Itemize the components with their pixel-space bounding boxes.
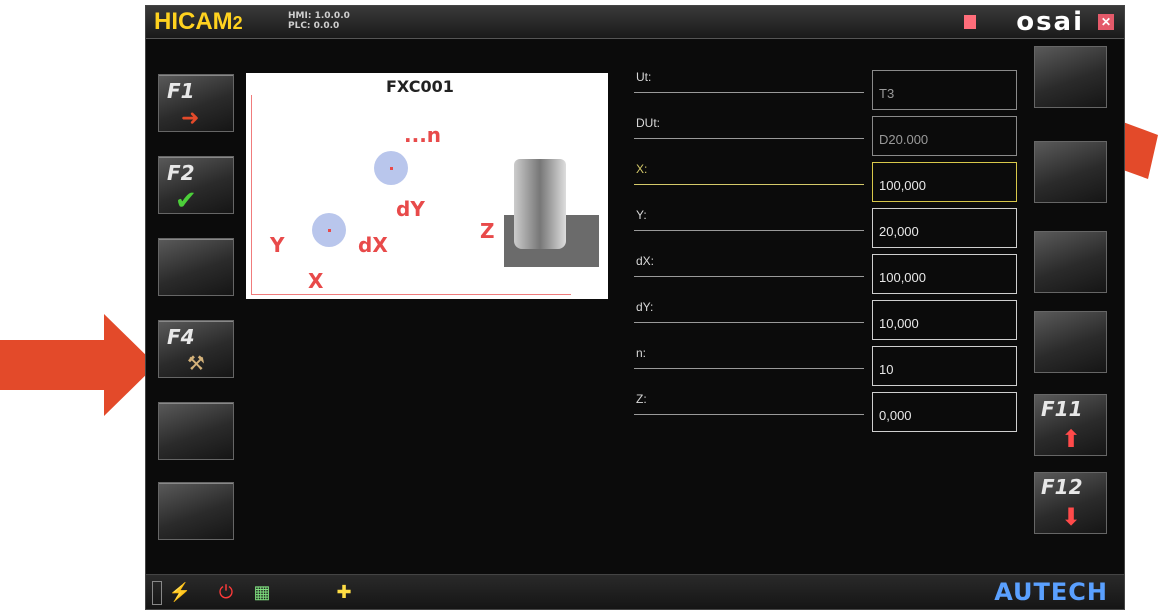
field-label-dx: dX: [636, 254, 655, 268]
power-button-icon[interactable]: ⏻ [214, 581, 238, 603]
field-label-z: Z: [636, 392, 647, 406]
field-line [634, 368, 864, 369]
exit-icon: ➜ [181, 105, 200, 130]
f2-label: F2 [167, 161, 195, 185]
z-input[interactable]: 0,000 [872, 392, 1017, 432]
dut-value-field[interactable]: D20.000 [872, 116, 1017, 156]
field-label-n: n: [636, 346, 647, 360]
right-key-2[interactable] [1034, 141, 1107, 203]
autech-logo: AUTECH [994, 578, 1108, 606]
tool-change-icon[interactable]: ✚ [332, 581, 356, 603]
f12-button[interactable]: F12 ⬇ [1034, 472, 1107, 534]
field-row-y: Y: [634, 208, 864, 248]
label-z: Z [480, 219, 495, 243]
right-key-1[interactable] [1034, 46, 1107, 108]
brand-sub: 2 [232, 13, 243, 33]
field-line [634, 414, 864, 415]
annotation-arrow-left [0, 314, 156, 416]
tool-icon: ⚒ [187, 353, 205, 375]
label-n: ...n [404, 123, 442, 147]
function-key-5[interactable] [158, 402, 234, 460]
right-key-4[interactable] [1034, 311, 1107, 373]
hmi-window: HICAM2 HMI: 1.0.0.0 PLC: 0.0.0 osai ✕ F1… [145, 5, 1125, 610]
label-y: Y [270, 233, 285, 257]
brand-name: HICAM [154, 8, 233, 35]
f11-label: F11 [1041, 397, 1083, 421]
y-input[interactable]: 20,000 [872, 208, 1017, 248]
app-logo: HICAM2 [154, 8, 243, 36]
field-row-z: Z: [634, 392, 864, 432]
hole-center-1 [328, 229, 331, 232]
calculator-icon[interactable]: ▦ [250, 581, 274, 603]
field-row-dx: dX: [634, 254, 864, 294]
f11-button[interactable]: F11 ⬆ [1034, 394, 1107, 456]
title-bar: HICAM2 HMI: 1.0.0.0 PLC: 0.0.0 osai ✕ [146, 6, 1124, 39]
field-line [634, 276, 864, 277]
power-flash-icon[interactable]: ⚡ [168, 581, 192, 603]
hole-center-n [390, 167, 393, 170]
field-row-dut: DUt: [634, 116, 864, 156]
field-label-dut: DUt: [636, 116, 660, 130]
ut-value-field[interactable]: T3 [872, 70, 1017, 110]
field-line [634, 322, 864, 323]
field-row-x: X: [634, 162, 864, 202]
field-label-dy: dY: [636, 300, 654, 314]
field-label-x: X: [636, 162, 648, 176]
field-row-dy: dY: [634, 300, 864, 340]
close-icon[interactable]: ✕ [1098, 14, 1114, 30]
vendor-mark-icon [964, 15, 976, 29]
status-bar: ⚡ ⏻ ▦ ✚ AUTECH [146, 574, 1124, 609]
field-line [634, 92, 864, 93]
n-input[interactable]: 10 [872, 346, 1017, 386]
f12-label: F12 [1041, 475, 1083, 499]
field-label-y: Y: [636, 208, 647, 222]
x-axis-line [251, 294, 571, 295]
vendor-logo: osai [1016, 7, 1084, 37]
field-row-n: n: [634, 346, 864, 386]
arrow-up-icon: ⬆ [1061, 426, 1082, 453]
label-dy: dY [396, 197, 425, 221]
f4-button[interactable]: F4 ⚒ [158, 320, 234, 378]
f2-button[interactable]: F2 ✔ [158, 156, 234, 215]
f1-button[interactable]: F1 ➜ [158, 74, 234, 132]
f4-label: F4 [167, 325, 195, 349]
field-line [634, 138, 864, 139]
x-input[interactable]: 100,000 [872, 162, 1017, 202]
dx-input[interactable]: 100,000 [872, 254, 1017, 294]
y-axis-line [251, 95, 252, 295]
field-line [634, 230, 864, 231]
label-dx: dX [358, 233, 388, 257]
milling-tool-icon [514, 159, 566, 249]
plc-version: PLC: 0.0.0 [288, 21, 340, 31]
label-x: X [308, 269, 324, 293]
field-row-ut: Ut: [634, 70, 864, 110]
field-line [634, 184, 864, 185]
dy-input[interactable]: 10,000 [872, 300, 1017, 340]
hmi-version: HMI: 1.0.0.0 [288, 11, 350, 21]
diagram-title: FXC001 [386, 77, 454, 96]
right-key-3[interactable] [1034, 231, 1107, 293]
function-key-6[interactable] [158, 482, 234, 540]
f1-label: F1 [167, 79, 195, 103]
check-icon: ✔ [175, 185, 197, 215]
arrow-down-icon: ⬇ [1061, 504, 1082, 531]
version-info: HMI: 1.0.0.0 PLC: 0.0.0 [288, 11, 350, 31]
cycle-diagram: FXC001 ...n dY Y dX X Z [246, 73, 608, 299]
function-key-3[interactable] [158, 238, 234, 296]
battery-icon [152, 581, 162, 605]
field-label-ut: Ut: [636, 70, 652, 84]
